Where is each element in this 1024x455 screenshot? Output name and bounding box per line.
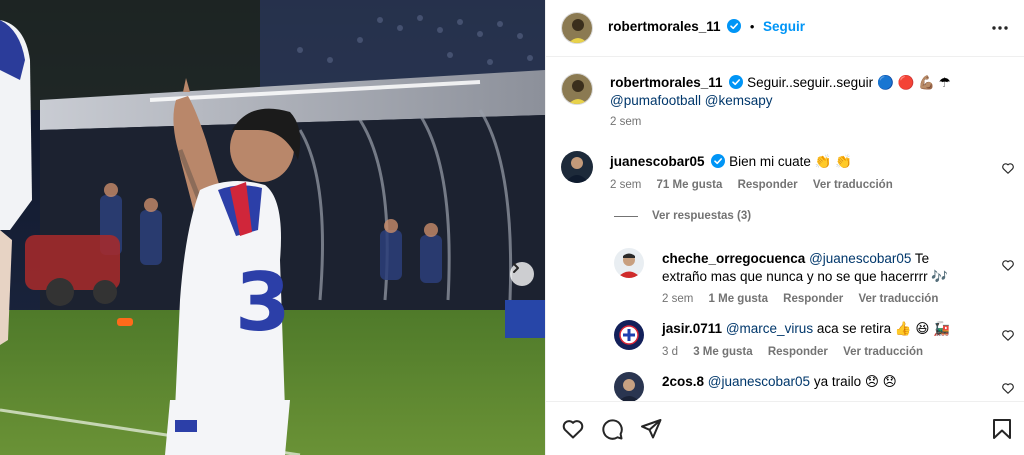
header-author-line: robertmorales_11 • Seguir: [608, 19, 805, 34]
reply-time[interactable]: 2 sem: [662, 293, 693, 305]
comment-meta: 2 sem 71 Me gusta Responder Ver traducci…: [610, 179, 905, 191]
post-detail-panel: robertmorales_11 • Seguir robertmorales_…: [545, 0, 1024, 455]
reply-time[interactable]: 3 d: [662, 346, 678, 358]
reply-button[interactable]: Responder: [768, 346, 828, 358]
comment-icon[interactable]: [600, 417, 624, 441]
post-photo: 3: [0, 0, 545, 455]
heart-icon[interactable]: [1001, 328, 1015, 342]
reply-meta: 2 sem 1 Me gusta Responder Ver traducció…: [662, 293, 950, 305]
post-action-bar: [546, 401, 1024, 455]
next-image-button[interactable]: [510, 262, 534, 286]
caption-emojis: 🔵 🔴 💪🏽 ☂: [876, 75, 951, 90]
more-options-icon[interactable]: [990, 18, 1010, 38]
caption-meta: 2 sem: [610, 116, 653, 128]
reply-mention[interactable]: @juanescobar05: [708, 374, 810, 389]
svg-text:3: 3: [235, 256, 291, 349]
heart-icon[interactable]: [1001, 381, 1015, 395]
reply-body: aca se retira 👍 😆 🚂: [813, 321, 951, 336]
view-replies-button[interactable]: Ver respuestas (3): [614, 210, 751, 222]
share-icon[interactable]: [639, 417, 663, 441]
football-player-photo: 3: [0, 0, 545, 455]
verified-badge-icon: [727, 19, 742, 33]
follow-button[interactable]: Seguir: [763, 19, 805, 34]
comment-time[interactable]: 2 sem: [610, 179, 641, 191]
author-username[interactable]: robertmorales_11: [608, 19, 721, 34]
reply-meta: 3 d 3 Me gusta Responder Ver traducción: [662, 346, 935, 358]
chevron-right-icon: [513, 263, 519, 273]
post-header: robertmorales_11 • Seguir: [546, 0, 1024, 57]
author-avatar[interactable]: [561, 12, 593, 44]
separator-dot: •: [749, 19, 755, 34]
comment-avatar[interactable]: [561, 151, 593, 183]
heart-icon[interactable]: [561, 417, 585, 441]
reply-text: cheche_orregocuenca @juanescobar05 Te ex…: [662, 250, 972, 286]
replies-divider: [614, 215, 638, 217]
translate-button[interactable]: Ver traducción: [813, 179, 893, 191]
reply-body: ya trailo 😞 😞: [810, 374, 897, 389]
caption-username[interactable]: robertmorales_11: [610, 75, 723, 90]
reply-username[interactable]: cheche_orregocuenca: [662, 251, 805, 266]
reply-avatar[interactable]: [614, 248, 644, 278]
caption-text: robertmorales_11 Seguir..seguir..seguir …: [610, 74, 990, 110]
view-replies-label: Ver respuestas (3): [652, 210, 752, 222]
reply-likes[interactable]: 3 Me gusta: [693, 346, 752, 358]
caption-time[interactable]: 2 sem: [610, 116, 641, 128]
reply-button[interactable]: Responder: [783, 293, 843, 305]
heart-icon[interactable]: [1001, 161, 1015, 175]
caption-avatar[interactable]: [561, 73, 593, 105]
comment-text: juanescobar05 Bien mi cuate 👏 👏: [610, 153, 990, 171]
reply-text: 2cos.8 @juanescobar05 ya trailo 😞 😞: [662, 373, 972, 391]
comment-likes[interactable]: 71 Me gusta: [657, 179, 723, 191]
reply-text: jasir.0711 @marce_virus aca se retira 👍 …: [662, 320, 972, 338]
reply-button[interactable]: Responder: [738, 179, 798, 191]
reply-avatar[interactable]: [614, 320, 644, 350]
heart-icon[interactable]: [1001, 258, 1015, 272]
translate-button[interactable]: Ver traducción: [858, 293, 938, 305]
comments-list[interactable]: robertmorales_11 Seguir..seguir..seguir …: [546, 57, 1024, 401]
reply-mention[interactable]: @juanescobar05: [809, 251, 911, 266]
caption-body: Seguir..seguir..seguir: [747, 75, 874, 90]
reply-username[interactable]: 2cos.8: [662, 374, 704, 389]
reply-username[interactable]: jasir.0711: [662, 321, 722, 336]
bookmark-icon[interactable]: [990, 417, 1014, 441]
comment-username[interactable]: juanescobar05: [610, 154, 705, 169]
caption-mentions[interactable]: @pumafootball @kemsapy: [610, 93, 772, 108]
reply-avatar[interactable]: [614, 372, 644, 401]
reply-likes[interactable]: 1 Me gusta: [709, 293, 768, 305]
verified-badge-icon: [729, 75, 744, 89]
reply-mention[interactable]: @marce_virus: [726, 321, 813, 336]
verified-badge-icon: [711, 154, 726, 168]
translate-button[interactable]: Ver traducción: [843, 346, 923, 358]
comment-body: Bien mi cuate 👏 👏: [729, 154, 852, 169]
